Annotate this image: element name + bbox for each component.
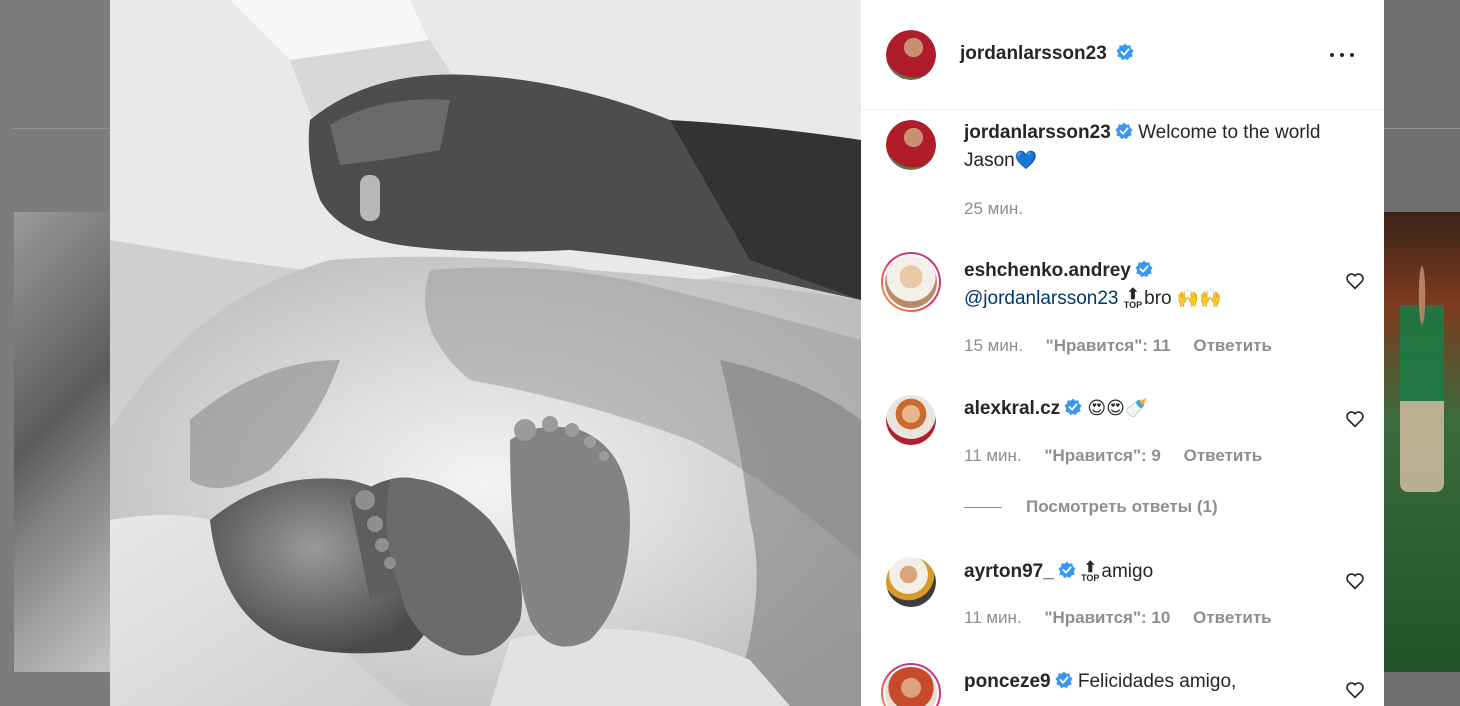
top-arrow-icon: ⬆ TOP (1081, 558, 1100, 583)
background-divider (12, 128, 110, 129)
commenter-username[interactable]: ayrton97_ (964, 561, 1054, 582)
verified-badge-icon (1064, 398, 1082, 416)
caption-author-avatar[interactable] (886, 120, 936, 170)
commenter-username[interactable]: eshchenko.andrey (964, 260, 1131, 281)
post-photo-illustration (110, 0, 861, 706)
comment-meta: 11 мин. "Нравится": 10 Ответить (964, 608, 1290, 628)
commenter-avatar[interactable] (881, 663, 941, 706)
commenter-username[interactable]: alexkral.cz (964, 398, 1060, 419)
footballer-figure (1400, 252, 1444, 492)
top-arrow-icon: ⬆ TOP (1123, 285, 1143, 310)
likes-count[interactable]: "Нравится": 10 (1044, 608, 1170, 627)
heart-icon[interactable] (1345, 272, 1365, 290)
commenter-username[interactable]: ponceze9 (964, 671, 1051, 692)
likes-count[interactable]: "Нравится": 11 (1046, 336, 1171, 355)
more-options-button[interactable] (1325, 44, 1359, 66)
verified-badge-icon (1115, 122, 1133, 140)
comment-body: ponceze9 Felicidades amigo, (964, 668, 1344, 696)
background-divider (1384, 128, 1460, 129)
author-username-text[interactable]: jordanlarsson23 (960, 43, 1107, 64)
blue-heart-emoji: 💙 (1014, 150, 1038, 171)
heart-eyes-emoji: 😍😍🍼 (1087, 398, 1148, 419)
post-details-panel: jordanlarsson23 jordanlarsson23 Welcome … (861, 0, 1384, 706)
raised-hands-emoji: 🙌🙌 (1176, 288, 1222, 309)
verified-badge-icon (1135, 260, 1153, 278)
comment-timestamp[interactable]: 11 мин. (964, 608, 1022, 627)
verified-badge-icon (1116, 43, 1134, 61)
background-post-thumbnail[interactable] (14, 212, 110, 672)
mention-link[interactable]: @jordanlarsson23 (964, 288, 1119, 309)
reply-button[interactable]: Ответить (1193, 336, 1272, 355)
comment-timestamp[interactable]: 11 мин. (964, 446, 1022, 465)
heart-icon[interactable] (1345, 410, 1365, 428)
post-header: jordanlarsson23 (861, 0, 1384, 110)
caption-username[interactable]: jordanlarsson23 (964, 122, 1111, 143)
author-avatar[interactable] (886, 30, 936, 80)
author-username[interactable]: jordanlarsson23 (960, 43, 1134, 65)
comment-meta: 11 мин. "Нравится": 9 Ответить (964, 446, 1280, 466)
reply-button[interactable]: Ответить (1193, 608, 1272, 627)
reply-button[interactable]: Ответить (1184, 446, 1263, 465)
post-caption: jordanlarsson23 Welcome to the world Jas… (964, 119, 1354, 175)
replies-divider (964, 507, 1002, 509)
comment-text: bro (1144, 288, 1172, 309)
comment-timestamp[interactable]: 15 мин. (964, 336, 1023, 355)
heart-icon[interactable] (1345, 681, 1365, 699)
commenter-avatar[interactable] (881, 252, 941, 312)
commenter-avatar[interactable] (886, 557, 936, 607)
comment-body: eshchenko.andrey @jordanlarsson23 ⬆ TOP br… (964, 257, 1344, 313)
verified-badge-icon (1058, 561, 1076, 579)
caption-timestamp[interactable]: 25 мин. (964, 199, 1041, 219)
comment-body: ayrton97_ ⬆ TOP amigo (964, 558, 1344, 586)
background-post-thumbnail[interactable] (1384, 212, 1460, 672)
comment-text: Felicidades amigo, (1077, 671, 1237, 692)
heart-icon[interactable] (1345, 572, 1365, 590)
view-replies-button[interactable]: Посмотреть ответы (1) (964, 497, 1218, 517)
comment-meta: 15 мин. "Нравится": 11 Ответить (964, 336, 1290, 356)
likes-count[interactable]: "Нравится": 9 (1044, 446, 1160, 465)
comment-text: amigo (1101, 561, 1154, 582)
comment-body: alexkral.cz 😍😍🍼 (964, 395, 1344, 423)
commenter-avatar[interactable] (886, 395, 936, 445)
verified-badge-icon (1055, 671, 1073, 689)
post-photo[interactable] (110, 0, 861, 706)
